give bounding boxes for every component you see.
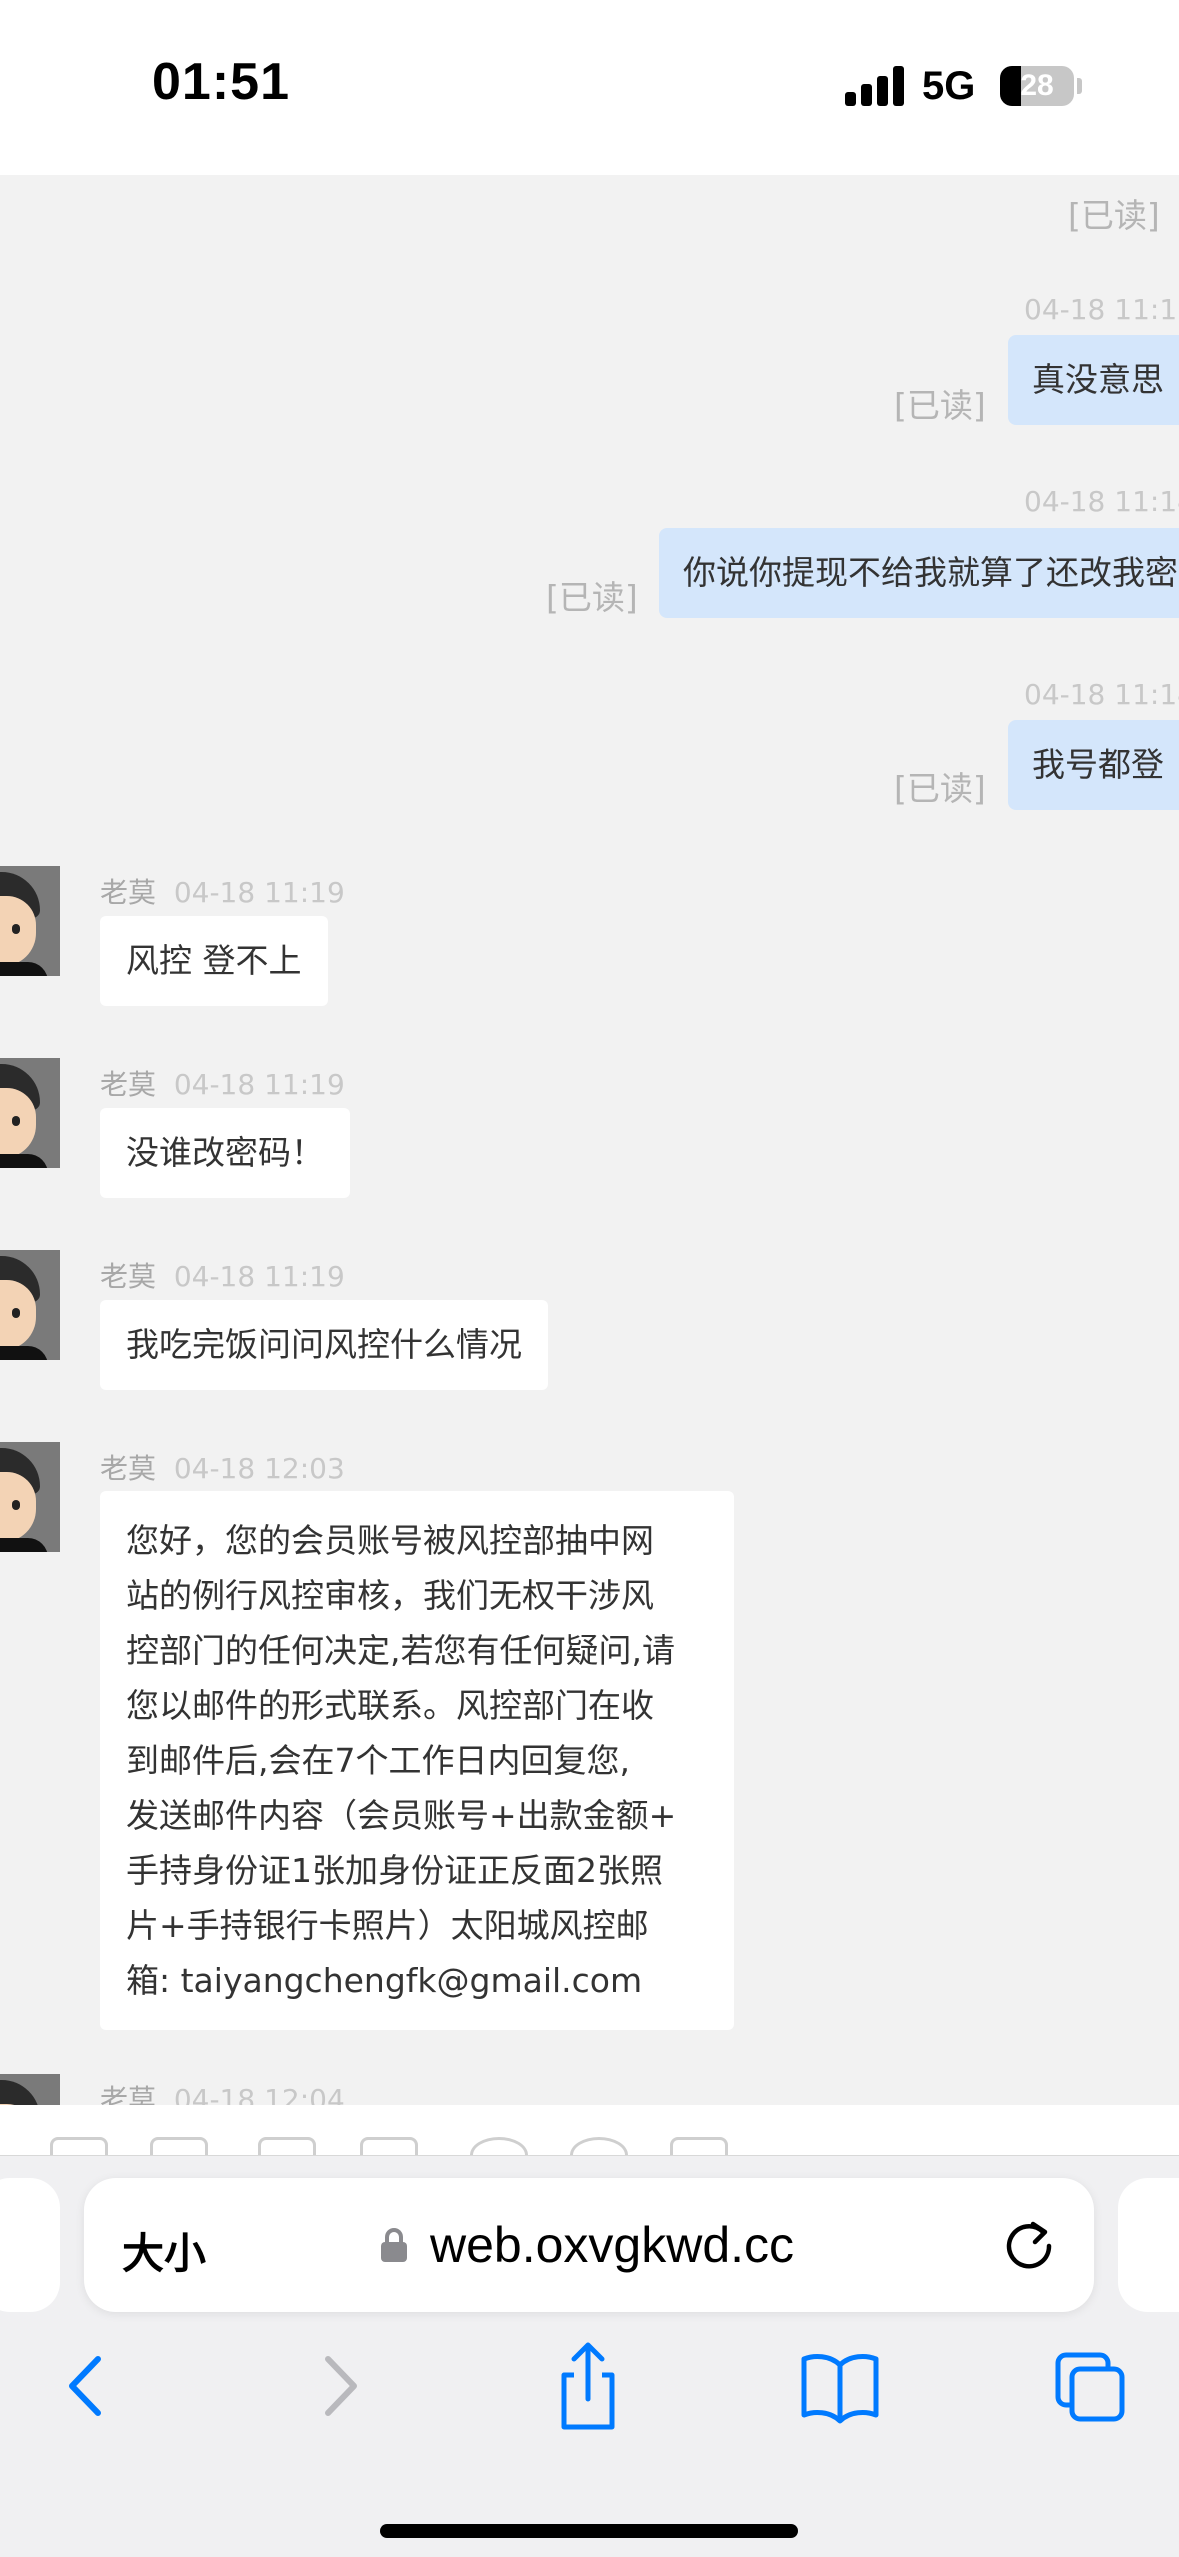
message-time: 04-18 11:19 (173, 1260, 345, 1293)
emoji-icon[interactable] (470, 2137, 528, 2155)
message-time: 04-18 11:14 (1024, 485, 1179, 518)
book-icon[interactable] (790, 2331, 890, 2441)
message-text: 我吃完饭问问风控什么情况 (126, 1325, 522, 1364)
read-receipt: [已读] (1068, 196, 1160, 235)
chat-input-toolbar (0, 2105, 1179, 2155)
chat-history[interactable]: [已读] 04-18 11:13 [已读] 真没意思 04-18 11:14 [… (0, 175, 1179, 2105)
message-time: 04-18 12:04 (173, 2083, 345, 2105)
address-bar[interactable]: 大小 web.oxvgkwd.cc (84, 2178, 1094, 2312)
outgoing-message[interactable]: 你说你提现不给我就算了还改我密 (659, 528, 1179, 618)
sender-avatar[interactable] (0, 1058, 60, 1168)
keyboard-icon[interactable] (360, 2137, 418, 2155)
sender-line: 老莫 04-18 11:19 (100, 1255, 345, 1295)
read-receipt: [已读] (894, 769, 986, 808)
sender-avatar[interactable] (0, 866, 60, 976)
incoming-message[interactable]: 没谁改密码！ (100, 1108, 350, 1198)
message-line: 您好，您的会员账号被风控部抽中网 (126, 1521, 654, 1560)
cellular-signal-icon (845, 66, 907, 106)
image-icon[interactable] (50, 2137, 108, 2155)
read-receipt: [已读] (894, 386, 986, 425)
incoming-message[interactable]: 您好，您的会员账号被风控部抽中网 站的例行风控审核，我们无权干涉风 控部门的任何… (100, 1491, 734, 2030)
sender-avatar[interactable] (0, 1250, 60, 1360)
previous-tab-peek[interactable] (0, 2178, 60, 2312)
sender-line: 老莫 04-18 12:04 (100, 2078, 345, 2105)
sender-avatar[interactable] (0, 1442, 60, 1552)
outgoing-message[interactable]: 我号都登 (1008, 720, 1179, 810)
incoming-message[interactable]: 我吃完饭问问风控什么情况 (100, 1300, 548, 1390)
folder-icon[interactable] (150, 2137, 208, 2155)
url-text[interactable]: web.oxvgkwd.cc (430, 2216, 794, 2274)
message-time: 04-18 11:19 (173, 876, 345, 909)
message-line: 发送邮件内容（会员账号+出款金额+ (126, 1796, 677, 1835)
chevron-right-icon[interactable] (290, 2331, 390, 2441)
message-line: 您以邮件的形式联系。风控部门在收 (126, 1686, 654, 1725)
battery-percent: 28 (1020, 69, 1054, 102)
gif-icon[interactable] (258, 2137, 316, 2155)
sender-name: 老莫 (100, 1068, 157, 1101)
message-line: 箱: taiyangchengfk@gmail.com (126, 1961, 643, 2000)
battery-tip (1077, 78, 1082, 94)
outgoing-message[interactable]: 真没意思 (1008, 335, 1179, 425)
sender-name: 老莫 (100, 1452, 157, 1485)
message-text: 风控 登不上 (126, 941, 302, 980)
browser-toolbar: 大小 web.oxvgkwd.cc (0, 2155, 1179, 2557)
battery-icon: 28 (1000, 66, 1074, 106)
sender-line: 老莫 04-18 11:19 (100, 1063, 345, 1103)
browser-nav-bar (0, 2331, 1179, 2451)
text-size-button[interactable]: 大小 (122, 2220, 206, 2281)
status-time: 01:51 (152, 53, 290, 111)
message-text: 没谁改密码！ (126, 1133, 324, 1172)
chevron-left-icon[interactable] (36, 2331, 136, 2441)
message-line: 到邮件后,会在7个工作日内回复您, (126, 1741, 630, 1780)
message-line: 站的例行风控审核，我们无权干涉风 (126, 1576, 654, 1615)
message-time: 04-18 12:03 (173, 1452, 345, 1485)
more-icon[interactable] (670, 2137, 728, 2155)
read-receipt: [已读] (546, 578, 638, 617)
home-indicator (380, 2524, 798, 2538)
share-icon[interactable] (538, 2331, 638, 2441)
message-line: 手持身份证1张加身份证正反面2张照 (126, 1851, 663, 1890)
sender-line: 老莫 04-18 12:03 (100, 1447, 345, 1487)
message-line: 控部门的任何决定,若您有任何疑问,请 (126, 1631, 675, 1670)
sender-name: 老莫 (100, 2083, 157, 2105)
next-tab-peek[interactable] (1118, 2178, 1179, 2312)
message-time: 04-18 11:14 (1024, 678, 1179, 711)
sender-name: 老莫 (100, 876, 157, 909)
sender-line: 老莫 04-18 11:19 (100, 871, 345, 911)
lock-icon (381, 2228, 407, 2262)
tabs-icon[interactable] (1040, 2331, 1140, 2441)
reload-icon[interactable] (999, 2216, 1059, 2276)
sender-name: 老莫 (100, 1260, 157, 1293)
voice-icon[interactable] (570, 2137, 628, 2155)
message-line: 片+手持银行卡照片）太阳城风控邮 (126, 1906, 649, 1945)
network-type: 5G (922, 64, 976, 108)
status-bar: 01:51 5G 28 (0, 0, 1179, 175)
incoming-message[interactable]: 风控 登不上 (100, 916, 328, 1006)
message-time: 04-18 11:19 (173, 1068, 345, 1101)
sender-avatar[interactable] (0, 2074, 60, 2105)
message-time: 04-18 11:13 (1024, 293, 1179, 326)
